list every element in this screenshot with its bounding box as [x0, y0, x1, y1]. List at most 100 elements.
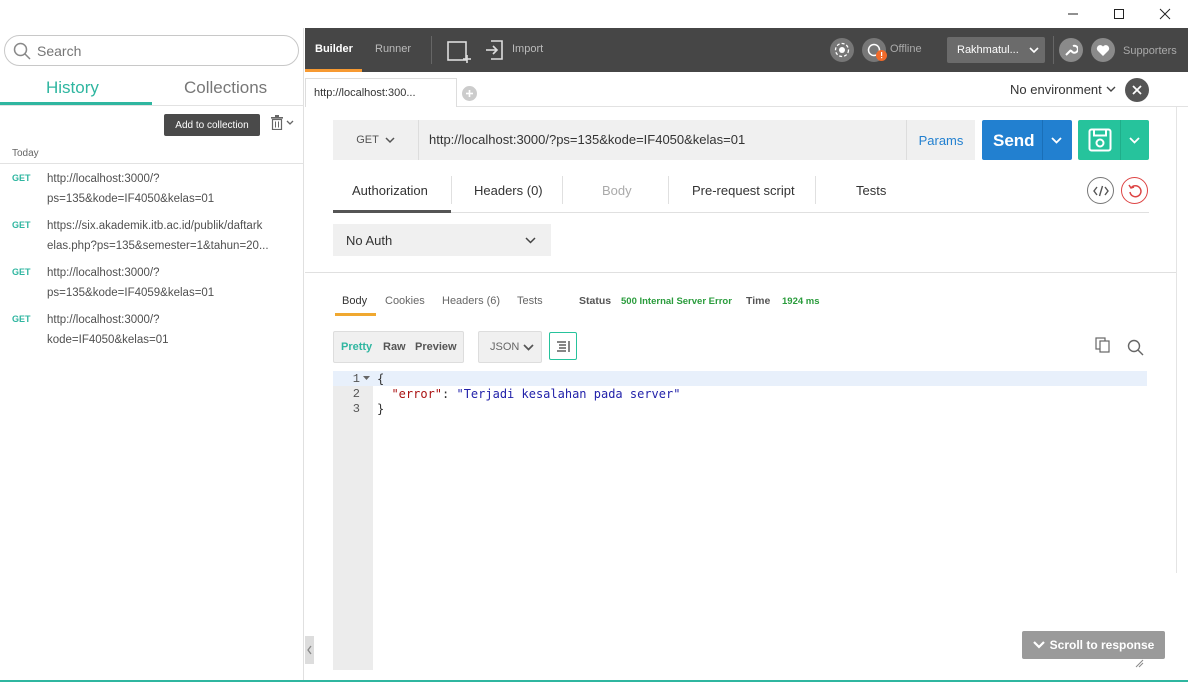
language-select[interactable]: JSON [478, 331, 542, 363]
save-button[interactable] [1078, 120, 1149, 160]
top-toolbar: Builder Runner Import Offline Rakhmatul.… [305, 28, 1188, 72]
auth-type-label: No Auth [346, 233, 393, 248]
time-label: Time [746, 295, 771, 307]
user-dropdown[interactable]: Rakhmatul... [947, 37, 1045, 63]
new-window-icon[interactable] [447, 39, 473, 63]
maximize-icon[interactable] [1096, 0, 1142, 28]
response-tab-headers[interactable]: Headers (6) [442, 295, 500, 307]
history-url: http://localhost:3000/? kode=IF4050&kelas… [47, 314, 169, 346]
history-tab-indicator [0, 102, 152, 105]
import-button[interactable]: Import [512, 43, 543, 55]
method-badge: GET [12, 220, 31, 230]
chevron-down-icon [286, 120, 294, 126]
json-value: "Terjadi kesalahan pada server" [456, 387, 681, 401]
search-icon [13, 42, 31, 60]
tab-tests[interactable]: Tests [856, 183, 886, 198]
runner-tab[interactable]: Runner [375, 43, 411, 55]
interceptor-icon[interactable] [830, 38, 854, 62]
format-preview[interactable]: Preview [415, 341, 457, 353]
body-tab-indicator [335, 313, 376, 316]
warning-badge-icon [876, 50, 887, 61]
scroll-to-response-button[interactable]: Scroll to response [1022, 631, 1165, 659]
format-pretty[interactable]: Pretty [341, 341, 372, 353]
code-line: "error": "Terjadi kesalahan pada server" [391, 387, 681, 401]
divider [815, 176, 816, 204]
settings-wrench-icon[interactable] [1059, 38, 1083, 62]
environment-label: No environment [1010, 82, 1102, 97]
divider [1053, 36, 1054, 64]
send-label: Send [993, 131, 1035, 150]
authorization-tab-indicator [333, 210, 451, 213]
heart-icon[interactable] [1091, 38, 1115, 62]
active-line-highlight [333, 371, 1147, 386]
history-url: https://six.akademik.itb.ac.id/publik/da… [47, 220, 269, 252]
chevron-down-icon[interactable] [1051, 137, 1062, 144]
environment-quicklook-icon[interactable] [1125, 78, 1149, 102]
divider [0, 163, 304, 164]
chevron-down-icon[interactable] [1129, 137, 1140, 144]
user-name: Rakhmatul... [957, 44, 1019, 56]
chevron-down-icon [1032, 641, 1045, 649]
time-value: 1924 ms [782, 296, 820, 307]
send-button[interactable]: Send [982, 120, 1072, 160]
line-number: 3 [352, 402, 360, 416]
delete-history-button[interactable] [270, 115, 294, 130]
add-tab-icon[interactable] [462, 86, 477, 101]
search-input[interactable] [37, 42, 277, 59]
tab-body[interactable]: Body [602, 183, 632, 198]
response-tab-tests[interactable]: Tests [517, 295, 543, 307]
status-label: Status [579, 295, 612, 307]
tab-collections[interactable]: Collections [184, 78, 267, 98]
scrollbar[interactable] [1176, 107, 1188, 573]
fold-arrow-icon[interactable] [363, 376, 370, 381]
resize-grip-icon[interactable] [1134, 658, 1144, 668]
history-url: http://localhost:3000/? ps=135&kode=IF405… [47, 267, 215, 299]
sidebar-collapse-handle[interactable] [305, 636, 314, 664]
request-tab-strip: http://localhost:300... No environment [305, 72, 1188, 107]
window-controls [1050, 0, 1188, 28]
close-icon[interactable] [1142, 0, 1188, 28]
format-group: Pretty Raw Preview [333, 331, 464, 363]
divider [305, 272, 1176, 273]
add-to-collection-button[interactable]: Add to collection [164, 114, 260, 136]
wrap-lines-button[interactable] [549, 332, 577, 360]
supporters-link[interactable]: Supporters [1123, 45, 1177, 57]
search-icon[interactable] [1127, 339, 1144, 356]
code-snippet-icon[interactable] [1087, 177, 1114, 204]
format-raw[interactable]: Raw [383, 341, 406, 353]
url-input[interactable]: http://localhost:3000/?ps=135&kode=IF405… [429, 132, 745, 147]
divider [562, 176, 563, 204]
tab-authorization[interactable]: Authorization [352, 183, 428, 198]
response-tab-body[interactable]: Body [342, 295, 367, 307]
copy-icon[interactable] [1095, 337, 1110, 353]
search-box[interactable] [4, 35, 299, 66]
params-button[interactable]: Params [906, 120, 975, 160]
tab-pre-request-script[interactable]: Pre-request script [692, 183, 795, 198]
environment-select[interactable]: No environment [1010, 82, 1116, 97]
reset-icon[interactable] [1121, 177, 1148, 204]
history-url: http://localhost:3000/? ps=135&kode=IF405… [47, 173, 215, 205]
tab-history[interactable]: History [46, 78, 99, 98]
status-value: 500 Internal Server Error [621, 296, 732, 307]
chevron-down-icon [385, 136, 395, 144]
divider [451, 176, 452, 204]
import-icon[interactable] [485, 39, 505, 61]
code-line: { [377, 372, 385, 386]
response-tab-cookies[interactable]: Cookies [385, 295, 425, 307]
sidebar-tabs: History Collections [0, 72, 304, 106]
line-number: 2 [352, 387, 360, 401]
chevron-down-icon [525, 237, 536, 244]
divider [1120, 120, 1121, 160]
method-select[interactable]: GET [333, 120, 419, 160]
auth-type-select[interactable]: No Auth [333, 224, 551, 256]
tab-headers[interactable]: Headers (0) [474, 183, 543, 198]
request-tab[interactable]: http://localhost:300... [305, 78, 457, 107]
wrap-lines-icon [556, 340, 570, 352]
method-badge: GET [12, 173, 31, 183]
offline-status: Offline [890, 43, 922, 55]
save-icon [1088, 128, 1112, 152]
chevron-down-icon [1106, 86, 1116, 93]
builder-tab[interactable]: Builder [315, 43, 353, 55]
minimize-icon[interactable] [1050, 0, 1096, 28]
url-bar: GET http://localhost:3000/?ps=135&kode=I… [333, 120, 975, 160]
